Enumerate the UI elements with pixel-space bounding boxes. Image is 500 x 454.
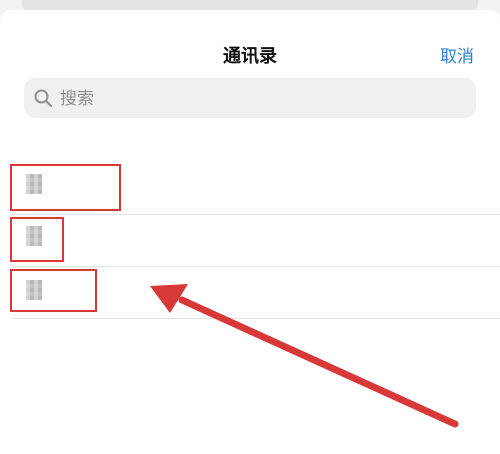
annotation-arrow	[150, 284, 459, 428]
